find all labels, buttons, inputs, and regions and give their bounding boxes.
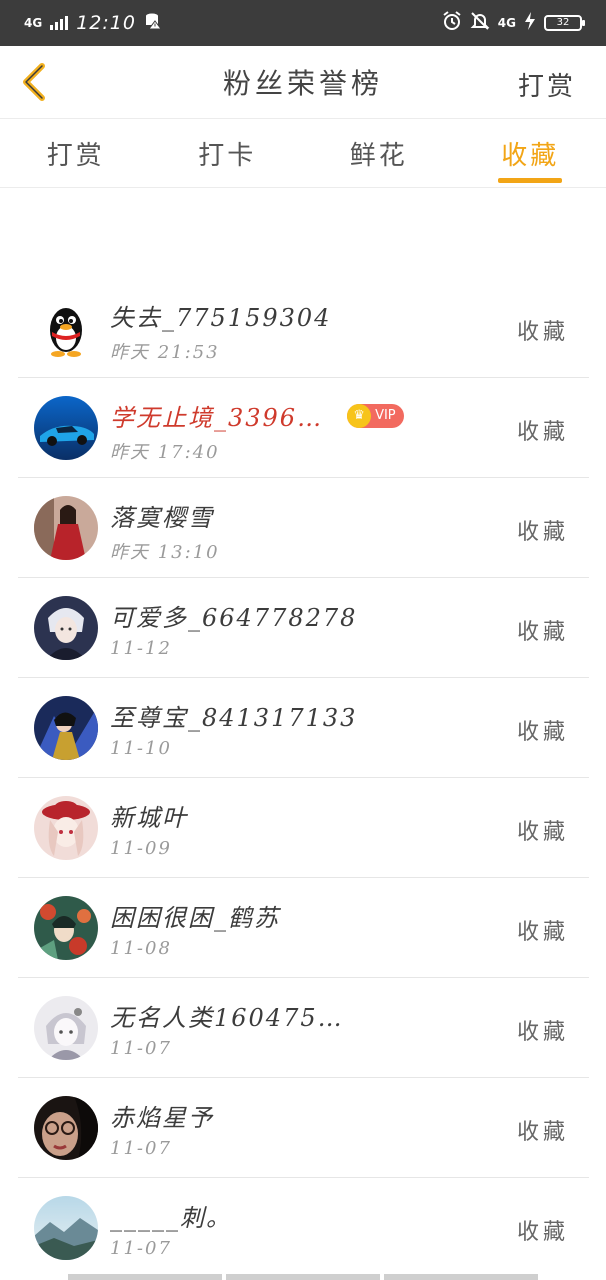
- vip-label: VIP: [375, 408, 396, 423]
- fan-time: 11-10: [110, 738, 172, 759]
- anime-boy-avatar: [34, 596, 98, 660]
- notification-off-icon: [470, 11, 490, 36]
- charging-icon: [524, 11, 536, 35]
- fan-name: 落寞樱雪: [110, 504, 214, 532]
- fan-action: 收藏: [516, 320, 569, 345]
- storage-warning-icon: [144, 12, 162, 34]
- list-item[interactable]: 困困很困_鹤苏 11-08 收藏: [18, 878, 589, 978]
- fan-action: 收藏: [516, 1020, 569, 1045]
- list-item[interactable]: 可爱多_664778278 11-12 收藏: [18, 578, 589, 678]
- alarm-icon: [442, 10, 462, 36]
- status-right: 4G 32: [442, 10, 585, 36]
- vip-badge: ♛ VIP: [347, 403, 404, 428]
- fan-action: 收藏: [516, 520, 569, 545]
- name-line: 落寞樱雪: [110, 498, 214, 533]
- fan-action: 收藏: [516, 1220, 569, 1245]
- list-item[interactable]: 赤焰星予 11-07 收藏: [18, 1078, 589, 1178]
- fan-time: 11-08: [110, 938, 172, 959]
- tab-flowers[interactable]: 鲜花: [303, 119, 455, 187]
- list-item[interactable]: _____刺。 11-07 收藏: [18, 1178, 589, 1278]
- glasses-girl-avatar: [34, 1096, 98, 1160]
- name-line: _____刺。: [110, 1198, 232, 1233]
- page-title: 粉丝荣誉榜: [222, 67, 383, 100]
- fan-time: 昨天 17:40: [110, 442, 220, 463]
- name-line: 至尊宝_841317133: [110, 698, 357, 733]
- fan-time: 11-12: [110, 638, 172, 659]
- fan-name: 新城叶: [110, 804, 188, 832]
- fan-name: 学无止境_3396…: [110, 404, 324, 432]
- name-line: 学无止境_3396… ♛ VIP: [110, 398, 404, 433]
- tab-checkin[interactable]: 打卡: [152, 119, 304, 187]
- list-item[interactable]: 落寞樱雪 昨天 13:10 收藏: [18, 478, 589, 578]
- landscape-avatar: [34, 1196, 98, 1260]
- fan-time: 昨天 13:10: [110, 542, 220, 563]
- signal-icon: [50, 16, 69, 30]
- name-line: 困困很困_鹤苏: [110, 898, 280, 933]
- sketch-girl-avatar: [34, 996, 98, 1060]
- top-nav: 粉丝荣誉榜 打赏: [0, 46, 606, 118]
- crown-icon: ♛: [347, 403, 372, 428]
- name-line: 无名人类160475…: [110, 998, 344, 1033]
- status-left: 4G 12:10: [24, 12, 162, 34]
- name-line: 可爱多_664778278: [110, 598, 357, 633]
- tab-bar: 打赏 打卡 鲜花 收藏: [0, 118, 606, 188]
- girl-red-dress-avatar: [34, 496, 98, 560]
- fan-time: 11-09: [110, 838, 172, 859]
- clock: 12:10: [76, 12, 136, 34]
- fan-action: 收藏: [516, 820, 569, 845]
- network-type: 4G: [24, 16, 43, 30]
- fan-name: 失去_775159304: [110, 304, 332, 332]
- name-line: 新城叶: [110, 798, 188, 833]
- fan-name: 困困很困_鹤苏: [110, 904, 280, 932]
- fan-time: 昨天 21:53: [110, 342, 220, 363]
- tab-favorites[interactable]: 收藏: [455, 119, 606, 187]
- network-type-right: 4G: [497, 16, 516, 30]
- fan-name: _____刺。: [110, 1204, 232, 1232]
- fan-name: 赤焰星予: [110, 1104, 214, 1132]
- tab-reward[interactable]: 打赏: [0, 119, 152, 187]
- chevron-left-icon: [23, 63, 45, 101]
- scroll-indicator: [68, 1274, 538, 1280]
- name-line: 失去_775159304: [110, 298, 331, 333]
- anime-girl-hat-avatar: [34, 796, 98, 860]
- back-button[interactable]: [16, 62, 56, 102]
- fan-action: 收藏: [516, 1120, 569, 1145]
- fan-list: 失去_775159304 昨天 21:53 收藏 学无止境_3396… ♛ VIP…: [18, 278, 589, 1278]
- fan-name: 可爱多_664778278: [110, 604, 358, 632]
- list-item[interactable]: 学无止境_3396… ♛ VIP 昨天 17:40 收藏: [18, 378, 589, 478]
- fan-action: 收藏: [516, 920, 569, 945]
- name-line: 赤焰星予: [110, 1098, 214, 1133]
- fan-time: 11-07: [110, 1238, 172, 1259]
- fan-time: 11-07: [110, 1038, 172, 1059]
- fan-action: 收藏: [516, 620, 569, 645]
- list-item[interactable]: 至尊宝_841317133 11-10 收藏: [18, 678, 589, 778]
- hero-avatar: [34, 696, 98, 760]
- car-avatar: [34, 396, 98, 460]
- fan-time: 11-07: [110, 1138, 172, 1159]
- fan-action: 收藏: [516, 720, 569, 745]
- fan-name: 至尊宝_841317133: [110, 704, 358, 732]
- reward-button[interactable]: 打赏: [518, 66, 576, 103]
- fan-action: 收藏: [516, 420, 569, 445]
- list-item[interactable]: 无名人类160475… 11-07 收藏: [18, 978, 589, 1078]
- illustration-avatar: [34, 896, 98, 960]
- list-item[interactable]: 新城叶 11-09 收藏: [18, 778, 589, 878]
- fan-name: 无名人类160475…: [110, 1004, 344, 1032]
- list-item[interactable]: 失去_775159304 昨天 21:53 收藏: [18, 278, 589, 378]
- status-bar: 4G 12:10 4G 32: [0, 0, 606, 46]
- battery-icon: 32: [544, 15, 585, 31]
- penguin-avatar: [34, 296, 98, 360]
